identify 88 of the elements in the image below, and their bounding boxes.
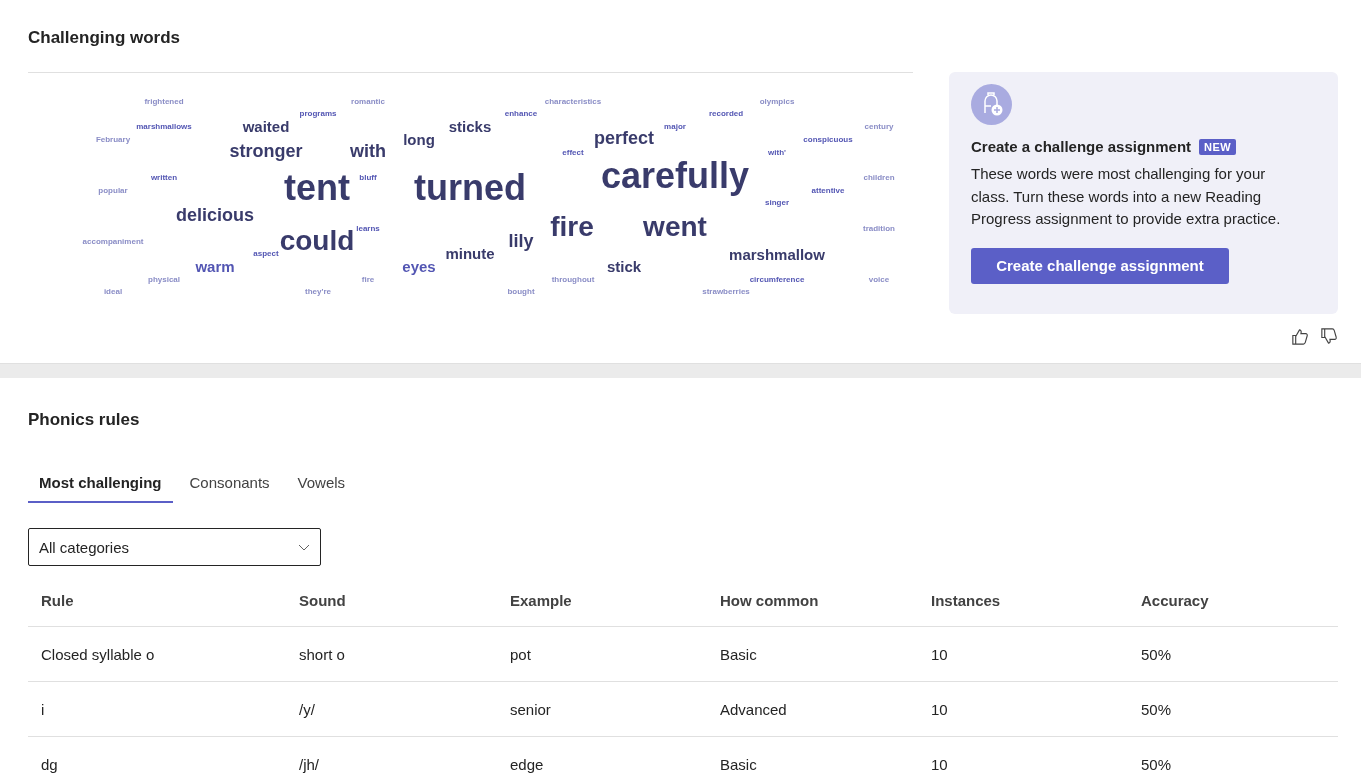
cloud-word: fire xyxy=(550,213,594,241)
cloud-word: characteristics xyxy=(544,98,602,106)
card-title: Create a challenge assignment xyxy=(971,138,1192,155)
column-header: Rule xyxy=(40,591,75,609)
table-cell-text: i xyxy=(40,700,46,718)
cloud-word: they're xyxy=(305,288,331,296)
cloud-word: perfect xyxy=(594,129,654,147)
table-cell-text: pot xyxy=(509,645,532,663)
table-cell-text: 10 xyxy=(930,755,949,773)
cloud-word: could xyxy=(279,227,355,255)
cloud-word: recorded xyxy=(708,110,744,118)
cloud-word: conspicuous xyxy=(803,136,853,144)
cloud-word: effect xyxy=(562,149,584,157)
cloud-word: minute xyxy=(445,245,495,261)
cloud-word: enhance xyxy=(504,110,538,118)
cloud-word: tent xyxy=(284,170,350,206)
cloud-word: accompaniment xyxy=(82,238,144,246)
cloud-word: physical xyxy=(148,276,180,284)
table-cell-text: edge xyxy=(509,755,545,773)
cloud-word: written xyxy=(150,174,178,182)
cloud-word: romantic xyxy=(351,98,385,106)
table-cell-text: 10 xyxy=(930,645,949,663)
new-badge: NEW xyxy=(1199,138,1237,155)
cloud-word: strawberries xyxy=(702,288,750,296)
section-title: Phonics rules xyxy=(28,410,141,430)
cloud-word: marshmallows xyxy=(136,123,192,131)
thumbs-up-icon[interactable] xyxy=(1290,327,1309,346)
cloud-word: waited xyxy=(242,118,290,134)
cloud-word: attentive xyxy=(811,187,845,195)
tab[interactable]: Consonants xyxy=(178,470,281,503)
cloud-word: throughout xyxy=(551,276,595,284)
cloud-word: bluff xyxy=(359,174,377,182)
cloud-word: warm xyxy=(195,258,235,274)
table-cell-text: 50% xyxy=(1140,700,1173,718)
table-cell-text: 10 xyxy=(930,700,949,718)
cloud-word: children xyxy=(863,174,895,182)
column-header: How common xyxy=(719,591,820,609)
cloud-word: went xyxy=(643,213,707,241)
table-cell-text: 50% xyxy=(1140,645,1173,663)
cloud-word: olympics xyxy=(759,98,795,106)
table-cell-text: senior xyxy=(509,700,552,718)
cloud-word: carefully xyxy=(600,158,750,194)
table-cell-text: /jh/ xyxy=(298,755,320,773)
cloud-word: long xyxy=(403,131,435,147)
tab[interactable]: Most challenging xyxy=(28,470,173,503)
cloud-word: frightened xyxy=(144,98,184,106)
cloud-word: aspect xyxy=(253,250,279,258)
table-cell-text: dg xyxy=(40,755,59,773)
cloud-word: voice xyxy=(868,276,890,284)
section-title: Challenging words xyxy=(28,28,182,48)
cloud-word: popular xyxy=(98,187,128,195)
cloud-word: marshmallow xyxy=(729,246,825,262)
cloud-word: major xyxy=(664,123,686,131)
category-dropdown[interactable]: All categories xyxy=(28,528,321,566)
cloud-word: with xyxy=(350,142,386,160)
tab[interactable]: Vowels xyxy=(286,470,357,503)
cloud-word: century xyxy=(864,123,894,131)
column-header: Instances xyxy=(930,591,1002,609)
cloud-word: lily xyxy=(508,232,534,250)
cloud-word: delicious xyxy=(176,206,254,224)
table-cell-text: 50% xyxy=(1140,755,1173,773)
table-cell-text: Basic xyxy=(719,755,758,773)
cloud-word: sticks xyxy=(448,118,492,134)
cloud-word: eyes xyxy=(402,258,436,274)
table-cell-text: /y/ xyxy=(298,700,316,718)
cloud-word: fire xyxy=(361,276,375,284)
create-assignment-button[interactable]: Create challenge assignment xyxy=(971,247,1229,284)
cloud-word: stronger xyxy=(229,142,303,160)
cloud-word: singer xyxy=(765,199,789,207)
cloud-word: programs xyxy=(299,110,337,118)
card-description: These words were most challenging for your class. Turn these words into a new Reading Progress assignment to provide extra practice. xyxy=(971,164,1282,229)
cloud-word: circumference xyxy=(749,276,805,284)
cloud-word: bought xyxy=(507,288,535,296)
table-cell-text: Closed syllable o xyxy=(40,645,156,663)
cloud-word: stick xyxy=(606,258,642,274)
column-header: Sound xyxy=(298,591,347,609)
cloud-word: tradition xyxy=(863,225,895,233)
column-header: Accuracy xyxy=(1140,591,1210,609)
table-cell-text: Advanced xyxy=(719,700,788,718)
cloud-word: turned xyxy=(414,170,526,206)
cloud-word: ideal xyxy=(103,288,123,296)
table-cell-text: Basic xyxy=(719,645,758,663)
cloud-word: learns xyxy=(356,225,380,233)
column-header: Example xyxy=(509,591,573,609)
thumbs-down-icon[interactable] xyxy=(1319,327,1338,346)
cloud-word: with' xyxy=(768,149,786,157)
cloud-word: February xyxy=(95,136,131,144)
table-cell-text: short o xyxy=(298,645,346,663)
